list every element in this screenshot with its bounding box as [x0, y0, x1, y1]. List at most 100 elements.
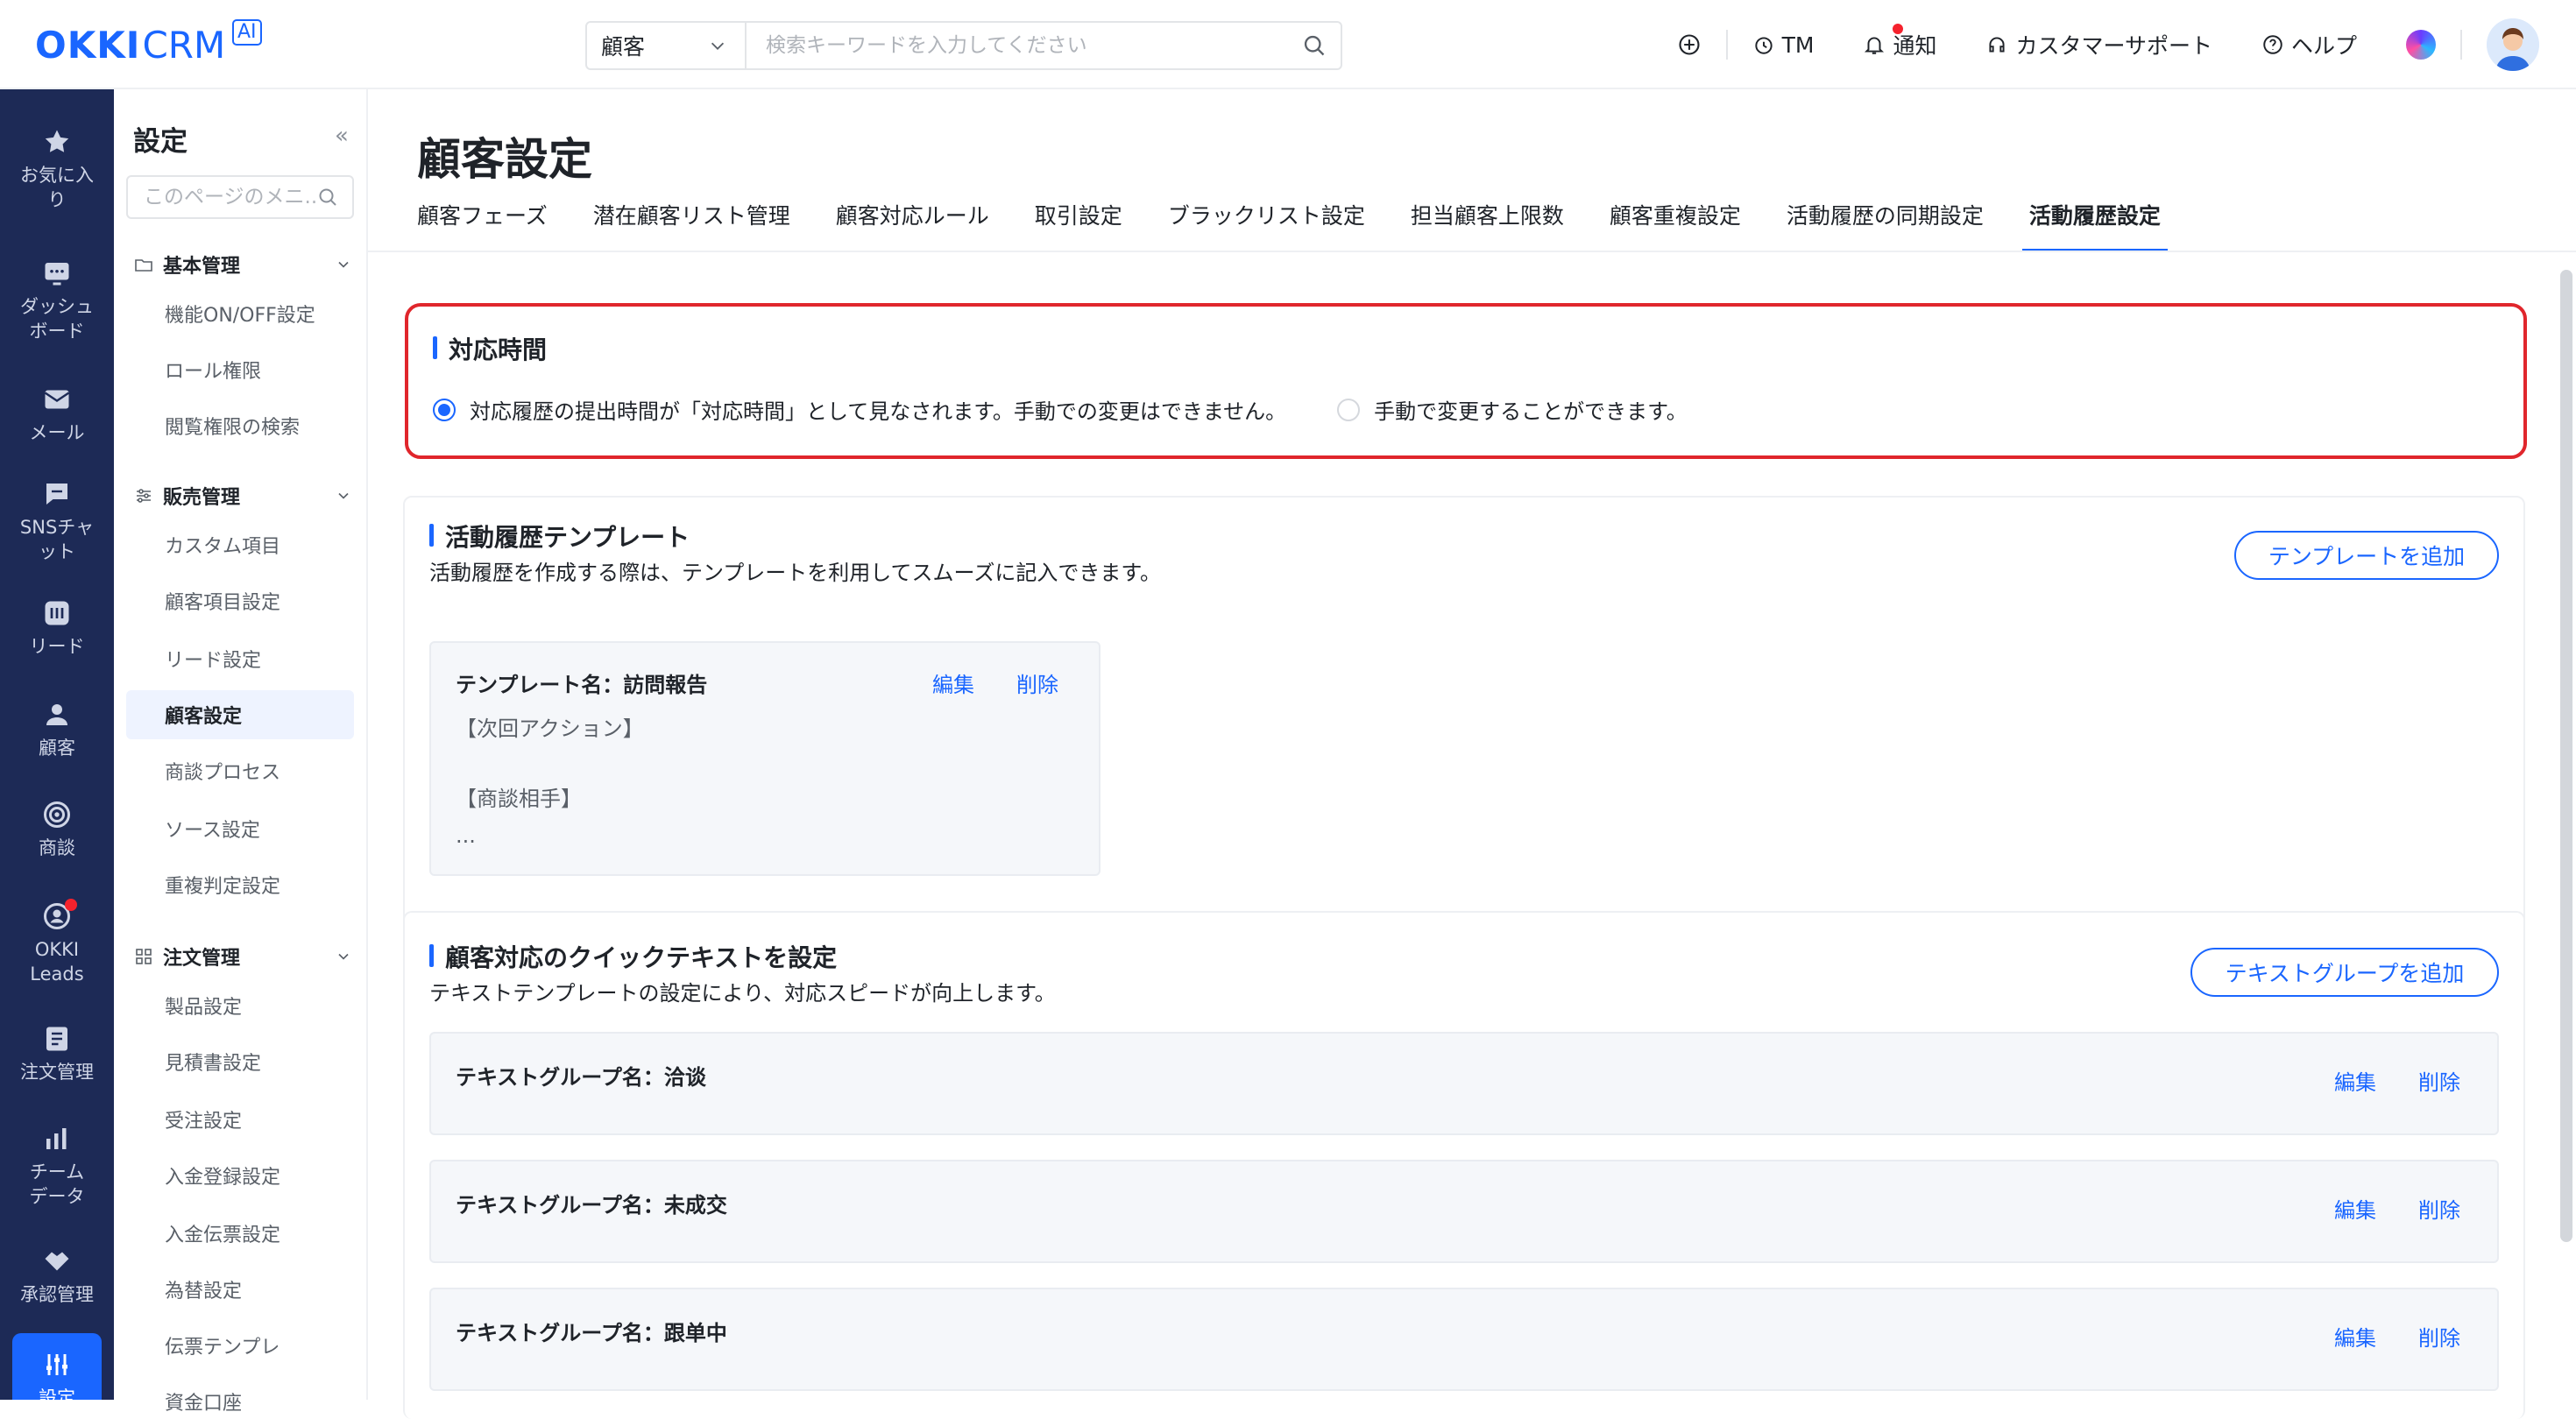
response-time-section: 対応時間 対応履歴の提出時間が「対応時間」として見なされます。手動での変更はでき… [405, 303, 2527, 459]
submenu-item[interactable]: 機能ON/OFF設定 [126, 289, 354, 338]
submenu-item[interactable]: 資金口座 [126, 1377, 354, 1426]
search-input[interactable] [747, 23, 1288, 68]
edit-link[interactable]: 編集 [2334, 1193, 2376, 1224]
submenu-item[interactable]: 商談プロセス [126, 746, 354, 795]
search-icon[interactable] [317, 187, 338, 208]
nav-label: OKKI Leads [30, 939, 84, 985]
delete-link[interactable]: 削除 [2418, 1193, 2460, 1224]
search-scope-select[interactable]: 顧客 [587, 23, 747, 68]
nav-okki-leads[interactable]: OKKI Leads [0, 899, 114, 986]
edit-link[interactable]: 編集 [2334, 1065, 2376, 1096]
response-time-options: 対応履歴の提出時間が「対応時間」として見なされます。手動での変更はできません。 … [433, 394, 1688, 425]
settings-submenu: 設定 « 基本管理 機能ON/OFF設定 ロール権限 閲覧権限の検索 販売管理 … [114, 89, 368, 1415]
nav-deals[interactable]: 商談 [0, 799, 114, 860]
nav-orders[interactable]: 注文管理 [0, 1023, 114, 1084]
tab-activity-settings[interactable]: 活動履歴設定 [2021, 196, 2168, 252]
nav-label: 商談 [39, 837, 75, 858]
tab-customer-limit[interactable]: 担当顧客上限数 [1411, 196, 1564, 252]
ai-assistant-button[interactable] [2381, 27, 2460, 62]
search-icon[interactable] [1288, 33, 1341, 58]
submenu-item[interactable]: 入金登録設定 [126, 1151, 354, 1200]
template-card: テンプレート名：訪問報告 編集 削除 【次回アクション】 【商談相手】 ... [429, 641, 1100, 876]
sliders-icon [46, 1354, 67, 1375]
nav-label: 注文管理 [20, 1062, 94, 1083]
nav-settings[interactable]: 設定 [12, 1333, 102, 1400]
submenu-item[interactable]: ロール権限 [126, 345, 354, 394]
main-nav: お気に入り ダッシュボード メール SNSチャット リード 顧客 商談 OKKI… [0, 89, 114, 1400]
submenu-item[interactable]: 伝票テンプレ [126, 1321, 354, 1370]
nav-sns-chat[interactable]: SNSチャット [0, 478, 114, 564]
page-title: 顧客設定 [417, 134, 592, 185]
submenu-search-input[interactable] [142, 185, 317, 209]
logo-okki: OKKI [35, 24, 141, 67]
nav-mail[interactable]: メール [0, 384, 114, 445]
chevron-down-icon [338, 261, 349, 268]
tab-activity-sync[interactable]: 活動履歴の同期設定 [1787, 196, 1984, 252]
submenu-group-basic[interactable]: 基本管理 [133, 251, 352, 279]
submenu-title: 設定 [133, 126, 188, 158]
submenu-item[interactable]: 受注設定 [126, 1095, 354, 1144]
nav-team-data[interactable]: チームデータ [0, 1123, 114, 1209]
radio-auto-label[interactable]: 対応履歴の提出時間が「対応時間」として見なされます。手動での変更はできません。 [470, 394, 1286, 425]
nav-dashboard[interactable]: ダッシュボード [0, 258, 114, 343]
submenu-item[interactable]: 重複判定設定 [126, 860, 354, 909]
dashboard-icon [45, 263, 69, 286]
delete-link[interactable]: 削除 [2418, 1321, 2460, 1352]
nav-approvals[interactable]: 承認管理 [0, 1246, 114, 1307]
submenu-group-orders[interactable]: 注文管理 [133, 942, 352, 971]
star-icon [45, 130, 69, 152]
settings-tabs: 顧客フェーズ 潜在顧客リスト管理 顧客対応ルール 取引設定 ブラックリスト設定 … [417, 196, 2168, 252]
radio-manual[interactable] [1337, 398, 1361, 421]
submenu-item[interactable]: 製品設定 [126, 981, 354, 1030]
tab-response-rules[interactable]: 顧客対応ルール [836, 196, 989, 252]
top-bar: OKKI CRM AI 顧客 TM 通知 カスタマーサポート [0, 0, 2576, 89]
delete-link[interactable]: 削除 [1016, 667, 1058, 698]
submenu-item[interactable]: 為替設定 [126, 1265, 354, 1314]
add-button[interactable] [1652, 27, 1726, 62]
submenu-item[interactable]: ソース設定 [126, 804, 354, 853]
add-text-group-button[interactable]: テキストグループを追加 [2190, 948, 2499, 997]
tab-transaction[interactable]: 取引設定 [1035, 196, 1122, 252]
submenu-item[interactable]: カスタム項目 [126, 520, 354, 569]
okki-crm-logo[interactable]: OKKI CRM AI [35, 19, 262, 70]
nav-favorites[interactable]: お気に入り [0, 126, 114, 212]
activity-template-section: 活動履歴テンプレート 活動履歴を作成する際は、テンプレートを利用してスムーズに記… [403, 496, 2525, 962]
nav-label: 顧客 [39, 738, 75, 759]
submenu-search [126, 175, 354, 219]
submenu-item[interactable]: 入金伝票設定 [126, 1209, 354, 1258]
submenu-item[interactable]: リード設定 [126, 634, 354, 683]
tab-customer-phase[interactable]: 顧客フェーズ [417, 196, 548, 252]
nav-customers[interactable]: 顧客 [0, 699, 114, 760]
tm-button[interactable]: TM [1728, 27, 1839, 62]
tab-blacklist[interactable]: ブラックリスト設定 [1168, 196, 1365, 252]
global-search: 顧客 [585, 21, 1342, 70]
ai-orb-icon [2406, 30, 2436, 60]
nav-leads[interactable]: リード [0, 597, 114, 659]
edit-link[interactable]: 編集 [932, 667, 974, 698]
section-description: 活動履歴を作成する際は、テンプレートを利用してスムーズに記入できます。 [429, 561, 1161, 585]
edit-link[interactable]: 編集 [2334, 1321, 2376, 1352]
text-group-name: テキストグループ名：未成交 [456, 1193, 727, 1218]
submenu-item-customer-settings[interactable]: 顧客設定 [126, 690, 354, 739]
delete-link[interactable]: 削除 [2418, 1065, 2460, 1096]
add-template-button[interactable]: テンプレートを追加 [2234, 531, 2499, 580]
tab-potential-list[interactable]: 潜在顧客リスト管理 [593, 196, 790, 252]
customer-support-button[interactable]: カスタマーサポート [1961, 27, 2237, 62]
submenu-group-sales[interactable]: 販売管理 [133, 482, 352, 510]
submenu-item[interactable]: 見積書設定 [126, 1037, 354, 1086]
vertical-scrollbar[interactable] [2560, 270, 2572, 1242]
tab-duplicate[interactable]: 顧客重複設定 [1610, 196, 1741, 252]
template-name: テンプレート名：訪問報告 [456, 673, 708, 697]
help-button[interactable]: ヘルプ [2237, 27, 2381, 62]
text-group-row: テキストグループ名：跟单中 編集 削除 [429, 1288, 2499, 1391]
section-title: 対応時間 [433, 331, 547, 366]
tabs-divider [368, 251, 2576, 252]
collapse-icon[interactable]: « [335, 123, 349, 149]
nav-label: ダッシュボード [20, 296, 94, 342]
user-avatar[interactable] [2487, 18, 2539, 71]
submenu-item[interactable]: 閲覧権限の検索 [126, 401, 354, 450]
radio-auto[interactable] [433, 398, 456, 421]
radio-manual-label[interactable]: 手動で変更することができます。 [1374, 394, 1688, 425]
notification-button[interactable]: 通知 [1838, 24, 1961, 62]
submenu-item[interactable]: 顧客項目設定 [126, 576, 354, 625]
